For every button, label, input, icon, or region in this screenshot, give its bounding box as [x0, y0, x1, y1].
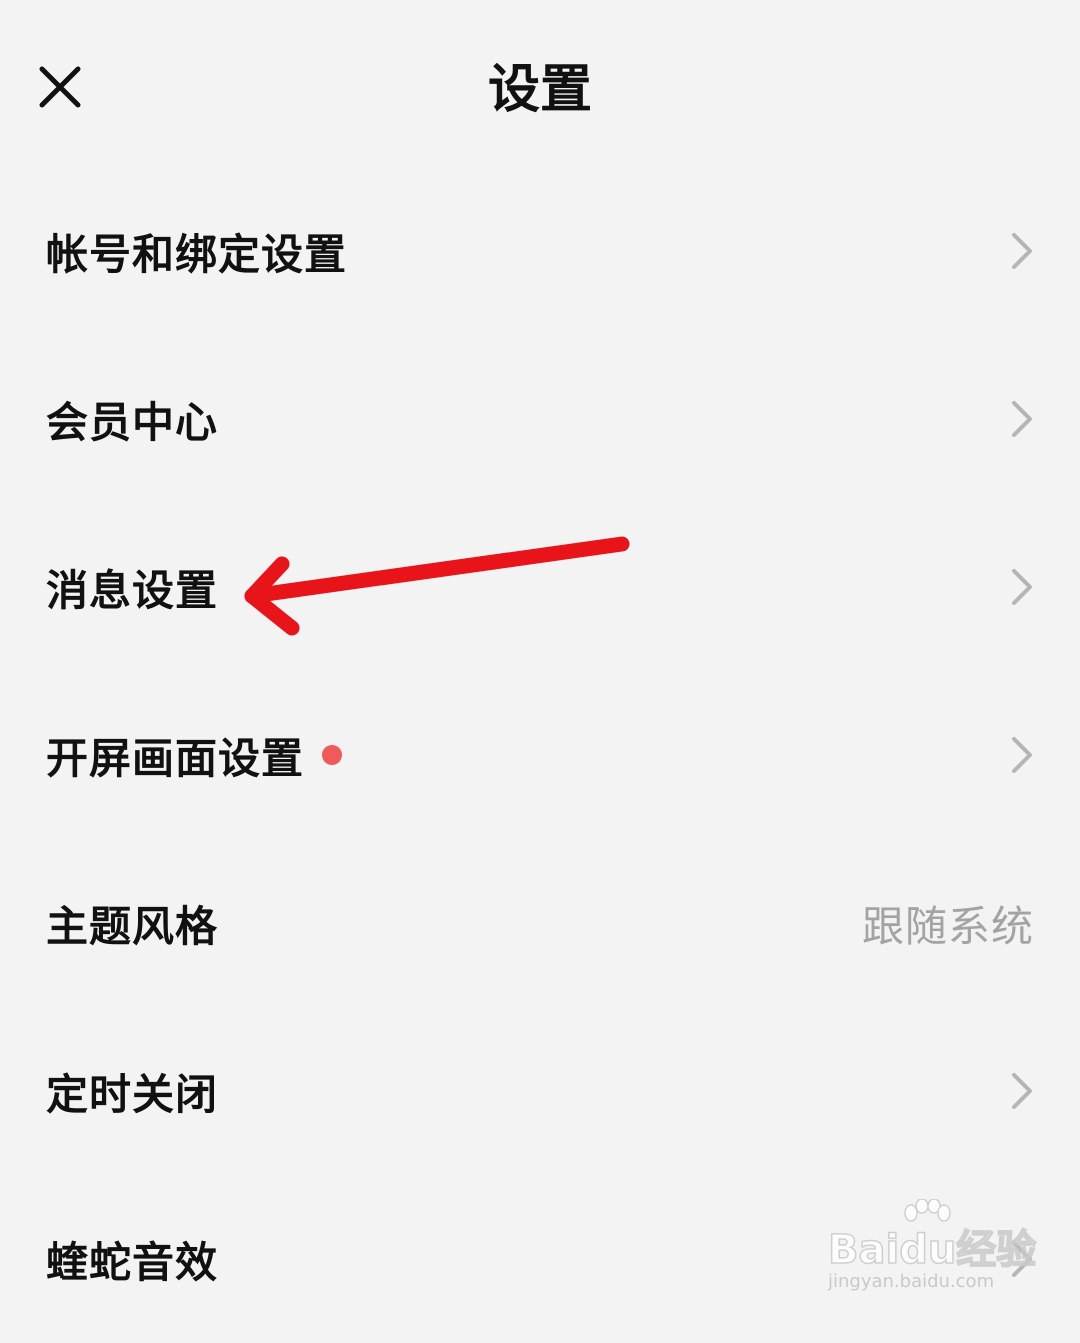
settings-item-sleep-timer[interactable]: 定时关闭	[0, 1007, 1080, 1175]
settings-item-membership[interactable]: 会员中心	[0, 335, 1080, 503]
settings-item-splash-screen[interactable]: 开屏画面设置	[0, 671, 1080, 839]
settings-item-label: 定时关闭	[46, 1069, 219, 1119]
page-title: 设置	[487, 60, 592, 120]
header: 设置	[0, 0, 1080, 180]
chevron-right-icon	[1012, 1073, 1032, 1109]
settings-list: 帐号和绑定设置 会员中心 消息设置 开屏画面设置 主题风格 跟随系统 定时关闭 …	[0, 167, 1080, 1343]
new-badge-dot	[322, 745, 343, 765]
watermark-logo: Baidu经验	[827, 1226, 1037, 1274]
chevron-right-icon	[1012, 401, 1032, 437]
settings-item-theme[interactable]: 主题风格 跟随系统	[0, 839, 1080, 1007]
settings-item-label: 消息设置	[46, 565, 219, 615]
settings-item-messages[interactable]: 消息设置	[0, 503, 1080, 671]
theme-value: 跟随系统	[861, 901, 1034, 951]
settings-item-account-binding[interactable]: 帐号和绑定设置	[0, 167, 1080, 335]
watermark-url: jingyan.baidu.com	[828, 1271, 995, 1292]
settings-item-label: 主题风格	[46, 901, 219, 951]
settings-item-label: 帐号和绑定设置	[46, 229, 348, 279]
settings-item-label: 蝰蛇音效	[46, 1237, 219, 1287]
settings-item-label: 会员中心	[46, 397, 219, 447]
settings-item-label: 开屏画面设置	[46, 733, 305, 783]
chevron-right-icon	[1012, 569, 1032, 605]
chevron-right-icon	[1012, 737, 1032, 773]
chevron-right-icon	[1012, 233, 1032, 269]
watermark: Baidu经验 jingyan.baidu.com	[827, 1199, 1037, 1305]
